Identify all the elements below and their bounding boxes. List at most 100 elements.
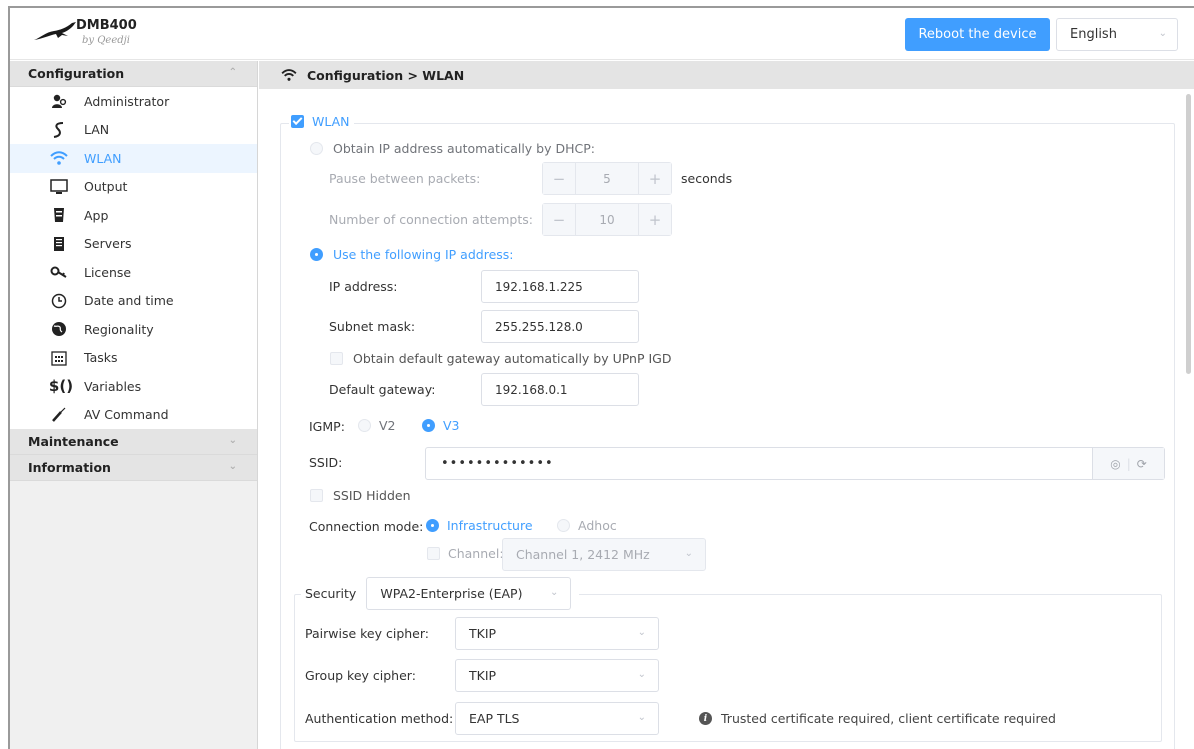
igmp-v2-option[interactable]: V2 [358, 418, 396, 433]
sidebar-item-label: Output [84, 179, 128, 195]
sidebar-item-label: Date and time [84, 293, 174, 309]
sidebar-item-regionality[interactable]: Regionality [10, 315, 257, 344]
sidebar-item-administrator[interactable]: Administrator [10, 87, 257, 116]
pairwise-value: TKIP [469, 626, 497, 641]
attempts-stepper[interactable]: − 10 + [542, 203, 672, 236]
ssid-field[interactable]: ••••••••••••• ◎ | ⟳ [425, 447, 1165, 480]
plus-icon[interactable]: + [638, 163, 671, 194]
igmp-v3-radio[interactable] [422, 419, 435, 432]
sidebar-section-label: Information [28, 460, 111, 475]
pause-stepper[interactable]: − 5 + [542, 162, 672, 195]
security-select[interactable]: WPA2-Enterprise (EAP) ⌄ [366, 577, 572, 610]
channel-checkbox[interactable] [427, 547, 440, 560]
igmp-v2-label: V2 [379, 418, 396, 433]
pairwise-select[interactable]: TKIP ⌄ [455, 617, 659, 650]
channel-label: Channel: [448, 546, 504, 561]
group-cipher-select[interactable]: TKIP ⌄ [455, 659, 659, 692]
ssid-hidden-checkbox[interactable] [310, 489, 323, 502]
dhcp-option[interactable]: Obtain IP address automatically by DHCP: [310, 141, 595, 156]
adhoc-radio[interactable] [557, 519, 570, 532]
remote-icon [48, 405, 70, 425]
dhcp-radio[interactable] [310, 142, 323, 155]
language-value: English [1070, 27, 1117, 42]
sidebar-item-license[interactable]: License [10, 258, 257, 287]
gateway-field[interactable]: 192.168.0.1 [481, 373, 639, 406]
top-header: DMB400 by Qeedji Reboot the device Engli… [10, 8, 1194, 60]
lizard-logo-icon [34, 22, 76, 40]
reboot-button[interactable]: Reboot the device [905, 18, 1050, 51]
sidebar-item-label: LAN [84, 122, 110, 138]
auth-info-text: Trusted certificate required, client cer… [721, 711, 1056, 726]
pause-label: Pause between packets: [329, 171, 481, 186]
page-title: Configuration > WLAN [307, 67, 465, 83]
igmp-v3-option[interactable]: V3 [422, 418, 460, 433]
sidebar-item-label: AV Command [84, 407, 169, 423]
variables-icon: $() [48, 377, 74, 396]
chevron-up-icon: ⌃ [228, 67, 237, 78]
ip-address-label: IP address: [329, 279, 398, 294]
sidebar-section-information[interactable]: Information ⌄ [10, 455, 257, 481]
chevron-down-icon: ⌄ [1158, 28, 1167, 39]
chevron-down-icon: ⌄ [684, 548, 693, 559]
wlan-label: WLAN [312, 114, 350, 129]
ssid-value: ••••••••••••• [441, 456, 554, 471]
wifi-icon [281, 69, 297, 81]
security-label: Security [305, 586, 357, 601]
info-icon: i [699, 712, 712, 725]
static-ip-radio[interactable] [310, 248, 323, 261]
auth-method-value: EAP TLS [469, 711, 520, 726]
connection-mode-label: Connection mode: [309, 519, 424, 534]
sidebar-item-av-command[interactable]: AV Command [10, 401, 257, 430]
sidebar-item-app[interactable]: App [10, 201, 257, 230]
sidebar-item-date-and-time[interactable]: Date and time [10, 287, 257, 316]
subnet-mask-field[interactable]: 255.255.128.0 [481, 310, 639, 343]
sidebar-item-wlan[interactable]: WLAN [10, 144, 257, 173]
monitor-icon [48, 177, 70, 197]
plus-icon[interactable]: + [638, 204, 671, 235]
ip-address-field[interactable]: 192.168.1.225 [481, 270, 639, 303]
minus-icon[interactable]: − [543, 204, 576, 235]
adhoc-option[interactable]: Adhoc [557, 518, 617, 533]
igmp-v2-radio[interactable] [358, 419, 371, 432]
sidebar-item-label: License [84, 264, 132, 280]
wlan-legend[interactable]: WLAN [289, 114, 354, 129]
key-icon [48, 262, 70, 282]
server-icon [48, 234, 70, 254]
igmp-label: IGMP: [309, 419, 345, 434]
channel-select[interactable]: Channel 1, 2412 MHz ⌄ [502, 538, 706, 571]
dhcp-label: Obtain IP address automatically by DHCP: [333, 141, 595, 156]
infrastructure-radio[interactable] [426, 519, 439, 532]
chevron-down-icon: ⌄ [637, 712, 646, 723]
channel-value: Channel 1, 2412 MHz [516, 547, 650, 562]
group-cipher-value: TKIP [469, 668, 497, 683]
static-ip-label: Use the following IP address: [333, 247, 514, 262]
eye-icon[interactable]: ◎ [1110, 457, 1120, 471]
infrastructure-option[interactable]: Infrastructure [426, 518, 533, 533]
upnp-label: Obtain default gateway automatically by … [353, 351, 672, 366]
static-ip-option[interactable]: Use the following IP address: [310, 247, 514, 262]
refresh-icon[interactable]: ⟳ [1137, 457, 1147, 471]
wifi-icon [48, 148, 70, 168]
auth-method-select[interactable]: EAP TLS ⌄ [455, 702, 659, 735]
sidebar-item-servers[interactable]: Servers [10, 230, 257, 259]
upnp-checkbox[interactable] [330, 352, 343, 365]
sidebar-section-configuration[interactable]: Configuration ⌃ [10, 61, 257, 87]
sidebar-section-maintenance[interactable]: Maintenance ⌄ [10, 429, 257, 455]
sidebar-item-variables[interactable]: $() Variables [10, 372, 257, 401]
sidebar-item-lan[interactable]: LAN [10, 116, 257, 145]
ssid-label: SSID: [309, 455, 343, 470]
sidebar-section-label: Configuration [28, 66, 125, 81]
language-select[interactable]: English ⌄ [1056, 18, 1178, 51]
sidebar-item-tasks[interactable]: Tasks [10, 344, 257, 373]
vertical-scrollbar[interactable] [1186, 94, 1191, 374]
adhoc-label: Adhoc [578, 518, 617, 533]
ssid-hidden-option[interactable]: SSID Hidden [310, 488, 411, 503]
chevron-down-icon: ⌄ [228, 435, 237, 446]
wlan-enable-checkbox[interactable] [291, 115, 304, 128]
minus-icon[interactable]: − [543, 163, 576, 194]
pairwise-label: Pairwise key cipher: [305, 626, 429, 641]
channel-option[interactable]: Channel: [427, 546, 504, 561]
sidebar-item-output[interactable]: Output [10, 173, 257, 202]
subnet-mask-label: Subnet mask: [329, 319, 416, 334]
upnp-option[interactable]: Obtain default gateway automatically by … [330, 351, 672, 366]
